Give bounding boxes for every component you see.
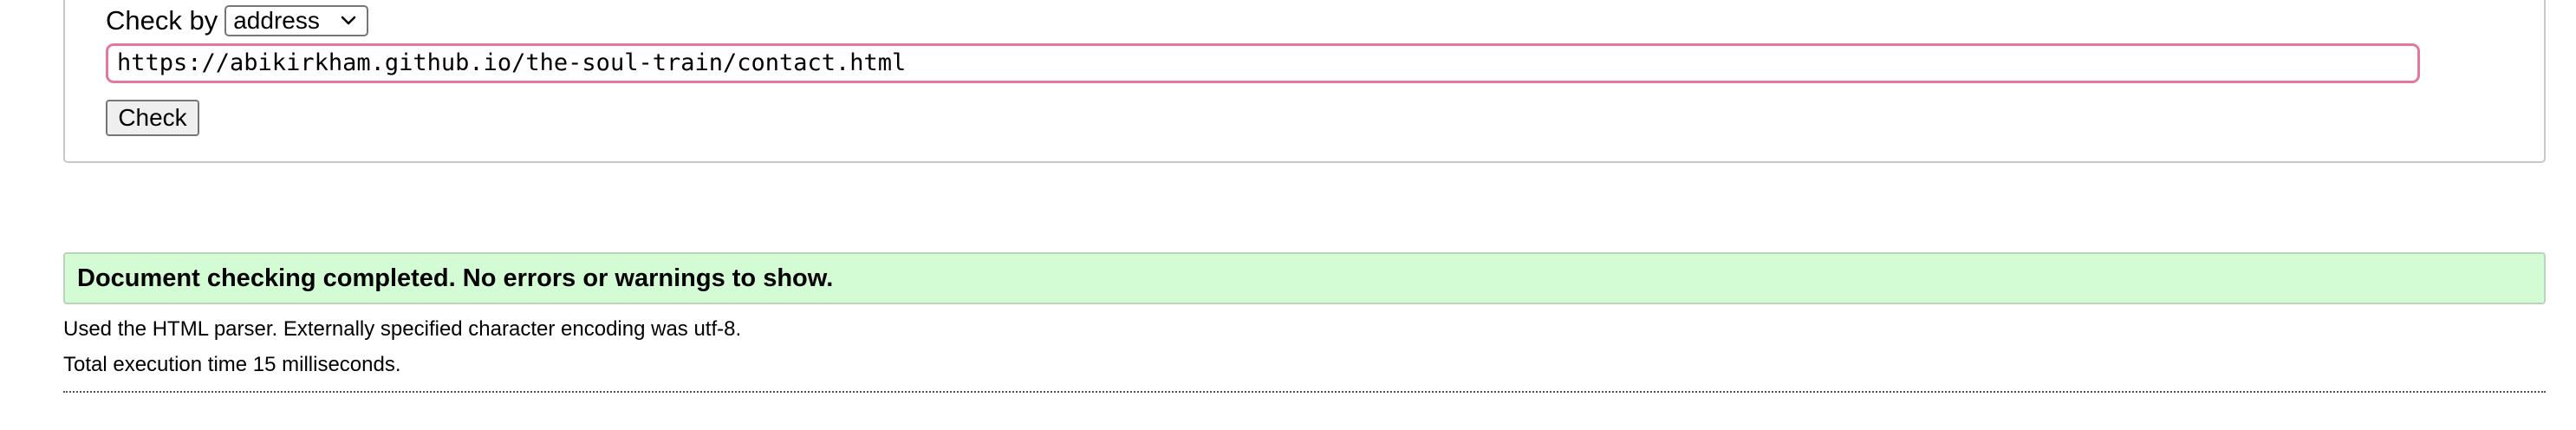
- dotted-divider: [63, 391, 2546, 393]
- success-message: Document checking completed. No errors o…: [63, 252, 2546, 304]
- parser-info: Used the HTML parser. Externally specifi…: [63, 317, 742, 341]
- check-button[interactable]: Check: [106, 100, 199, 136]
- check-by-select[interactable]: address: [224, 5, 369, 36]
- execution-time: Total execution time 15 milliseconds.: [63, 353, 401, 376]
- url-input[interactable]: https://abikirkham.github.io/the-soul-tr…: [106, 43, 2420, 83]
- check-by-row: Check by address: [106, 3, 369, 38]
- check-by-label: Check by: [106, 5, 218, 36]
- check-by-select-value: address: [233, 7, 320, 34]
- chevron-down-icon: [341, 16, 356, 25]
